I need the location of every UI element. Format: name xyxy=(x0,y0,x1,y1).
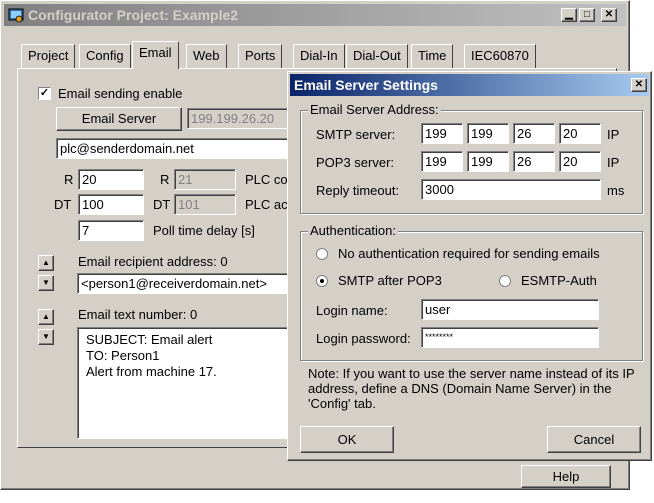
reply-timeout-unit: ms xyxy=(607,183,625,198)
email-text-area[interactable]: SUBJECT: Email alert TO: Person1 Alert f… xyxy=(77,327,291,439)
r2-field: 21 xyxy=(174,169,236,190)
smtp-ip-octet-2[interactable]: 199 xyxy=(467,123,509,144)
plc-label-2: PLC ac xyxy=(245,197,288,212)
app-icon xyxy=(8,7,24,23)
dt-field[interactable]: 100 xyxy=(78,194,144,215)
minimize-icon[interactable]: ▁ xyxy=(561,8,577,22)
email-enable-checkbox[interactable]: ✓ xyxy=(38,87,51,100)
email-text-line: Alert from machine 17. xyxy=(86,364,217,379)
r-label: R xyxy=(64,172,74,187)
pop3-ip-octet-4[interactable]: 20 xyxy=(559,151,601,172)
tab-dial-in[interactable]: Dial-In xyxy=(293,44,345,68)
server-ip-display: 199.199.26.20 xyxy=(187,108,291,129)
recipient-label: Email recipient address: 0 xyxy=(78,254,228,269)
maximize-icon[interactable]: □ xyxy=(579,8,595,22)
pop3-ip-octet-1[interactable]: 199 xyxy=(421,151,463,172)
email-text-line: TO: Person1 xyxy=(86,348,160,363)
tab-dial-out[interactable]: Dial-Out xyxy=(346,44,408,68)
login-name-label: Login name: xyxy=(316,303,388,318)
authentication-group-label: Authentication: xyxy=(308,223,399,238)
smtp-server-label: SMTP server: xyxy=(316,127,396,142)
cancel-button[interactable]: Cancel xyxy=(547,426,641,453)
auth-smtp-after-pop3-label: SMTP after POP3 xyxy=(338,273,442,288)
server-address-group-label: Email Server Address: xyxy=(308,102,441,117)
reply-timeout-field[interactable]: 3000 xyxy=(421,179,601,200)
auth-none-label: No authentication required for sending e… xyxy=(338,246,600,261)
smtp-ip-octet-1[interactable]: 199 xyxy=(421,123,463,144)
login-name-field[interactable]: user xyxy=(421,299,599,320)
login-password-field[interactable]: ******** xyxy=(421,327,599,348)
text-number-up-button[interactable]: ▲ xyxy=(38,309,54,325)
tab-ports[interactable]: Ports xyxy=(238,44,283,68)
text-number-label: Email text number: 0 xyxy=(78,307,198,322)
email-server-settings-dialog: Email Server Settings ✕ Email Server Add… xyxy=(287,71,652,461)
ok-button[interactable]: OK xyxy=(300,426,394,453)
dialog-close-icon[interactable]: ✕ xyxy=(631,78,647,92)
auth-esmtp-label: ESMTP-Auth xyxy=(521,273,597,288)
auth-smtp-after-pop3-radio[interactable] xyxy=(316,275,328,287)
dt2-field: 101 xyxy=(174,194,236,215)
help-button[interactable]: Help xyxy=(521,465,611,488)
pop3-server-label: POP3 server: xyxy=(316,155,395,170)
r2-label: R xyxy=(160,172,170,187)
plc-label-1: PLC co xyxy=(245,172,288,187)
smtp-ip-suffix: IP xyxy=(607,127,620,142)
dialog-titlebar: Email Server Settings ✕ xyxy=(290,74,649,96)
sender-address-field[interactable]: plc@senderdomain.net xyxy=(56,138,291,159)
smtp-ip-octet-4[interactable]: 20 xyxy=(559,123,601,144)
poll-time-field[interactable]: 7 xyxy=(78,220,144,241)
close-icon[interactable]: ✕ xyxy=(601,8,617,22)
email-text-line: SUBJECT: Email alert xyxy=(86,332,213,347)
tab-iec60870[interactable]: IEC60870 xyxy=(464,44,536,68)
radio-selected-dot xyxy=(320,279,324,283)
auth-none-radio[interactable] xyxy=(316,248,328,260)
email-server-button[interactable]: Email Server xyxy=(56,107,182,131)
smtp-ip-octet-3[interactable]: 26 xyxy=(513,123,555,144)
tab-config[interactable]: Config xyxy=(79,44,131,68)
dialog-title: Email Server Settings xyxy=(294,77,438,93)
auth-esmtp-radio[interactable] xyxy=(499,275,511,287)
recipient-address-field[interactable]: <person1@receiverdomain.net> xyxy=(77,273,291,294)
tab-email[interactable]: Email xyxy=(132,41,179,69)
tab-time[interactable]: Time xyxy=(411,44,454,68)
poll-time-label: Poll time delay [s] xyxy=(153,223,255,238)
main-titlebar: Configurator Project: Example2 ▁ □ ✕ xyxy=(4,4,626,26)
r-field[interactable]: 20 xyxy=(78,169,144,190)
email-enable-label: Email sending enable xyxy=(58,86,183,101)
pop3-ip-suffix: IP xyxy=(607,155,620,170)
recipient-up-button[interactable]: ▲ xyxy=(38,255,54,271)
dns-note: Note: If you want to use the server name… xyxy=(308,366,635,411)
tab-project[interactable]: Project xyxy=(21,44,76,68)
dt2-label: DT xyxy=(153,197,171,212)
recipient-down-button[interactable]: ▼ xyxy=(38,275,54,291)
login-password-label: Login password: xyxy=(316,331,411,346)
pop3-ip-octet-3[interactable]: 26 xyxy=(513,151,555,172)
dt-label: DT xyxy=(54,197,72,212)
main-window-title: Configurator Project: Example2 xyxy=(28,7,239,23)
reply-timeout-label: Reply timeout: xyxy=(316,183,400,198)
text-number-down-button[interactable]: ▼ xyxy=(38,329,54,345)
pop3-ip-octet-2[interactable]: 199 xyxy=(467,151,509,172)
tab-web[interactable]: Web xyxy=(186,44,227,68)
